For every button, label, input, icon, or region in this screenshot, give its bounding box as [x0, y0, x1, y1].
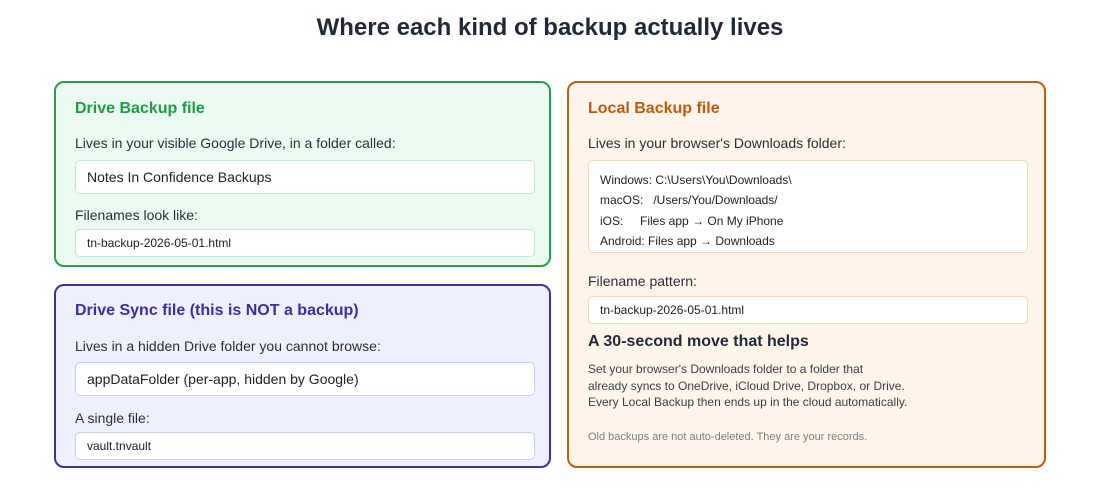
drive-sync-heading: Drive Sync file (this is NOT a backup) [75, 302, 359, 319]
local-backup-paths-box: Windows: C:\Users\You\Downloads\ macOS: … [588, 160, 1028, 253]
path-android: Android: Files app → Downloads [600, 233, 775, 248]
tip-body: Set your browser's Downloads folder to a… [588, 361, 1028, 411]
drive-sync-folder-box: appDataFolder (per-app, hidden by Google… [75, 362, 535, 396]
tip-line: Set your browser's Downloads folder to a… [588, 362, 864, 376]
local-backup-heading: Local Backup file [588, 100, 720, 117]
drive-backup-filename-box: tn-backup-2026-05-01.html [75, 229, 535, 257]
local-backup-card: Local Backup file Lives in your browser'… [567, 81, 1046, 468]
drive-backup-folder-box: Notes In Confidence Backups [75, 160, 535, 194]
drive-sync-location-label: Lives in a hidden Drive folder you canno… [75, 338, 381, 354]
drive-backup-card: Drive Backup file Lives in your visible … [54, 81, 551, 267]
drive-sync-card: Drive Sync file (this is NOT a backup) L… [54, 284, 551, 468]
local-backup-location-label: Lives in your browser's Downloads folder… [588, 135, 846, 151]
local-backup-filename-label: Filename pattern: [588, 273, 697, 289]
path-macos: macOS: /Users/You/Downloads/ [600, 193, 778, 208]
drive-backup-filename-label: Filenames look like: [75, 207, 198, 223]
page-title: Where each kind of backup actually lives [316, 14, 784, 41]
tip-heading: A 30-second move that helps [588, 333, 809, 350]
path-windows: Windows: C:\Users\You\Downloads\ [600, 173, 792, 187]
path-ios: iOS: Files app → On My iPhone [600, 213, 784, 228]
drive-sync-filename-label: A single file: [75, 410, 150, 426]
tip-line: already syncs to OneDrive, iCloud Drive,… [588, 378, 905, 393]
drive-sync-filename-box: vault.tnvault [75, 432, 535, 460]
footnote: Old backups are not auto-deleted. They a… [588, 431, 868, 443]
drive-backup-heading: Drive Backup file [75, 100, 205, 117]
tip-line: Every Local Backup then ends up in the c… [588, 395, 908, 409]
local-backup-filename-box: tn-backup-2026-05-01.html [588, 296, 1028, 324]
drive-backup-location-label: Lives in your visible Google Drive, in a… [75, 135, 396, 151]
